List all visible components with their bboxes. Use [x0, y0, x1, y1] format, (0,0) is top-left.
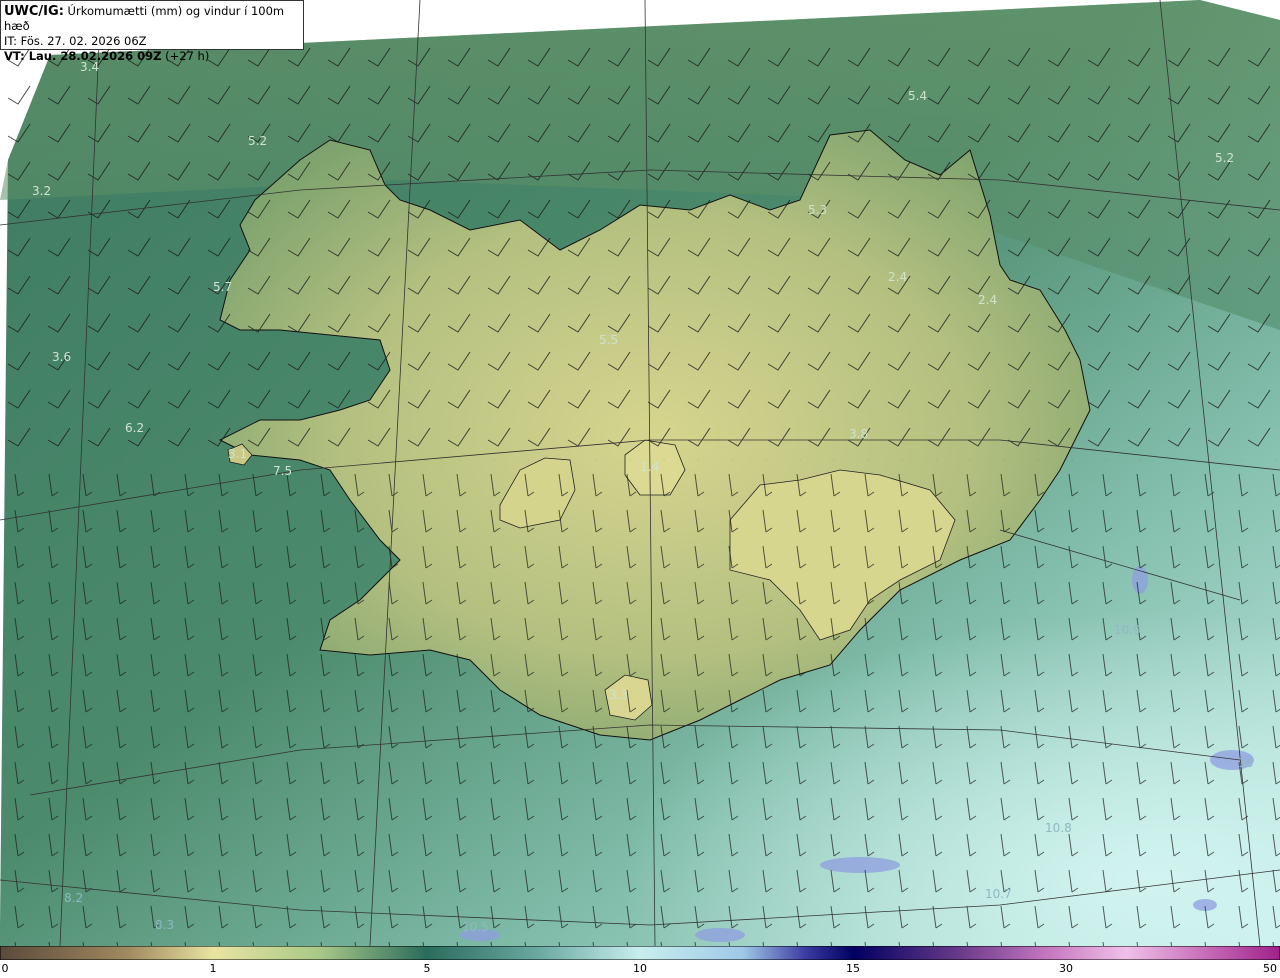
- colorbar-tick: 1: [209, 962, 217, 975]
- colorbar-ticks: 0 1 5 10 15 30 50: [0, 962, 1280, 978]
- value-label: 6.2: [125, 421, 144, 435]
- product-code: UWC/IG:: [4, 4, 64, 19]
- map-canvas: 3.4 5.2 3.2 5.7 3.6 6.2 3.1 7.5 5.5 5.3 …: [0, 0, 1280, 946]
- wind-barbs-north: [0, 40, 1280, 460]
- colorbar: [0, 946, 1280, 960]
- forecast-lead: (+27 h): [161, 49, 210, 63]
- wind-barbs-south: [0, 460, 1280, 946]
- value-label: 5.2: [1215, 151, 1234, 165]
- colorbar-tick: 30: [1059, 962, 1073, 975]
- value-label: 5.7: [213, 280, 232, 294]
- map-title-box: UWC/IG: Úrkomumætti (mm) og vindur í 100…: [0, 0, 304, 63]
- value-label: 2.4: [888, 270, 907, 284]
- colorbar-tick: 50: [1263, 962, 1277, 975]
- initial-time: IT: Fös. 27. 02. 2026 06Z: [4, 34, 147, 48]
- value-label: 10.8: [1045, 821, 1072, 835]
- value-label: 5.5: [599, 333, 618, 347]
- colorbar-tick: 15: [846, 962, 860, 975]
- value-label: 5.4: [908, 89, 927, 103]
- value-label: 16: [1238, 756, 1253, 770]
- value-label: 5.2: [248, 134, 267, 148]
- value-label: 3.1: [228, 447, 247, 461]
- value-label: 7.5: [273, 464, 292, 478]
- value-label: 1.4: [640, 460, 659, 474]
- value-label: 3.8: [849, 427, 868, 441]
- value-label: 8.2: [64, 891, 83, 905]
- colorbar-tick: 5: [423, 962, 431, 975]
- value-label: 3.3: [609, 688, 628, 702]
- value-label: 10.7: [985, 887, 1012, 901]
- colorbar-tick: 10: [633, 962, 647, 975]
- value-label: 3.2: [32, 184, 51, 198]
- value-label: 2.4: [978, 293, 997, 307]
- value-label: 3.6: [52, 350, 71, 364]
- value-label: 10.9: [1114, 623, 1141, 637]
- value-label: 10.5: [462, 920, 489, 934]
- value-label: 5.3: [808, 203, 827, 217]
- colorbar-tick: 0: [1, 962, 9, 975]
- value-label: 8.3: [155, 918, 174, 932]
- valid-time: VT: Lau. 28.02.2026 09Z: [4, 49, 162, 63]
